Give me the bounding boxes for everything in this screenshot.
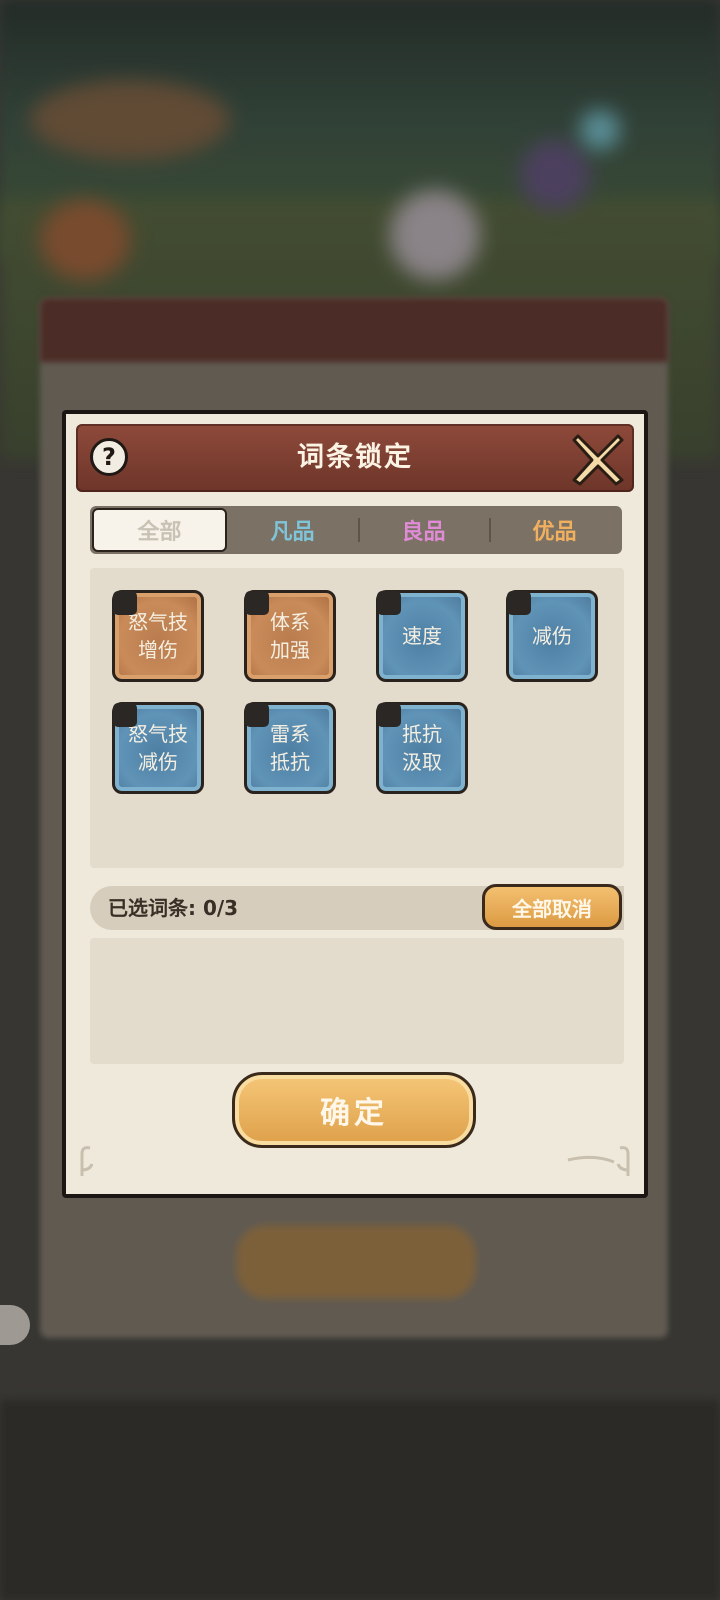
checkbox[interactable] bbox=[113, 703, 137, 727]
tab-good[interactable]: 良品 bbox=[358, 508, 489, 552]
tab-excellent-label: 优品 bbox=[532, 520, 577, 545]
confirm-label: 确定 bbox=[320, 1096, 388, 1131]
term-chip[interactable]: 怒气技 减伤 bbox=[112, 702, 204, 794]
term-chip-label: 体系 加强 bbox=[270, 610, 310, 662]
checkbox[interactable] bbox=[507, 591, 531, 615]
term-chip-label: 雷系 抵抗 bbox=[270, 722, 310, 774]
dialog-title: 词条锁定 bbox=[297, 442, 413, 473]
term-chip-label: 速度 bbox=[402, 624, 442, 648]
cancel-all-label: 全部取消 bbox=[512, 896, 592, 921]
tab-all-label: 全部 bbox=[137, 520, 182, 545]
close-icon[interactable] bbox=[568, 428, 628, 488]
term-chip-label: 减伤 bbox=[532, 624, 572, 648]
tab-excellent[interactable]: 优品 bbox=[489, 508, 620, 552]
term-grid: 怒气技 增伤 体系 加强 速度 减伤 怒气技 减伤 雷系 抵抗 抵抗 汲取 bbox=[90, 568, 624, 868]
tab-common-label: 凡品 bbox=[270, 520, 315, 545]
checkbox[interactable] bbox=[377, 591, 401, 615]
checkbox[interactable] bbox=[245, 591, 269, 615]
term-chip-label: 怒气技 减伤 bbox=[128, 722, 188, 774]
term-chip[interactable]: 雷系 抵抗 bbox=[244, 702, 336, 794]
corner-ornament-icon bbox=[567, 1146, 630, 1176]
tab-all[interactable]: 全部 bbox=[92, 508, 227, 552]
tab-common[interactable]: 凡品 bbox=[227, 508, 358, 552]
selected-count: 已选词条: 0/3 bbox=[108, 896, 239, 920]
tab-good-label: 良品 bbox=[401, 520, 446, 545]
term-chip[interactable]: 体系 加强 bbox=[244, 590, 336, 682]
corner-ornament-icon bbox=[80, 1146, 94, 1176]
term-chip[interactable]: 速度 bbox=[376, 590, 468, 682]
term-lock-dialog: ? 词条锁定 全部 凡品 良品 优品 怒气技 增伤 体系 加强 速度 减伤 怒气… bbox=[62, 410, 648, 1198]
checkbox[interactable] bbox=[113, 591, 137, 615]
checkbox[interactable] bbox=[377, 703, 401, 727]
dialog-header: ? 词条锁定 bbox=[76, 424, 634, 492]
term-chip-label: 抵抗 汲取 bbox=[402, 722, 442, 774]
checkbox[interactable] bbox=[245, 703, 269, 727]
confirm-button[interactable]: 确定 bbox=[232, 1072, 476, 1148]
term-chip[interactable]: 减伤 bbox=[506, 590, 598, 682]
term-chip[interactable]: 怒气技 增伤 bbox=[112, 590, 204, 682]
term-chip-label: 怒气技 增伤 bbox=[128, 610, 188, 662]
term-chip[interactable]: 抵抗 汲取 bbox=[376, 702, 468, 794]
selected-terms-area bbox=[90, 938, 624, 1064]
cancel-all-button[interactable]: 全部取消 bbox=[482, 884, 622, 930]
tier-tabs: 全部 凡品 良品 优品 bbox=[90, 506, 622, 554]
